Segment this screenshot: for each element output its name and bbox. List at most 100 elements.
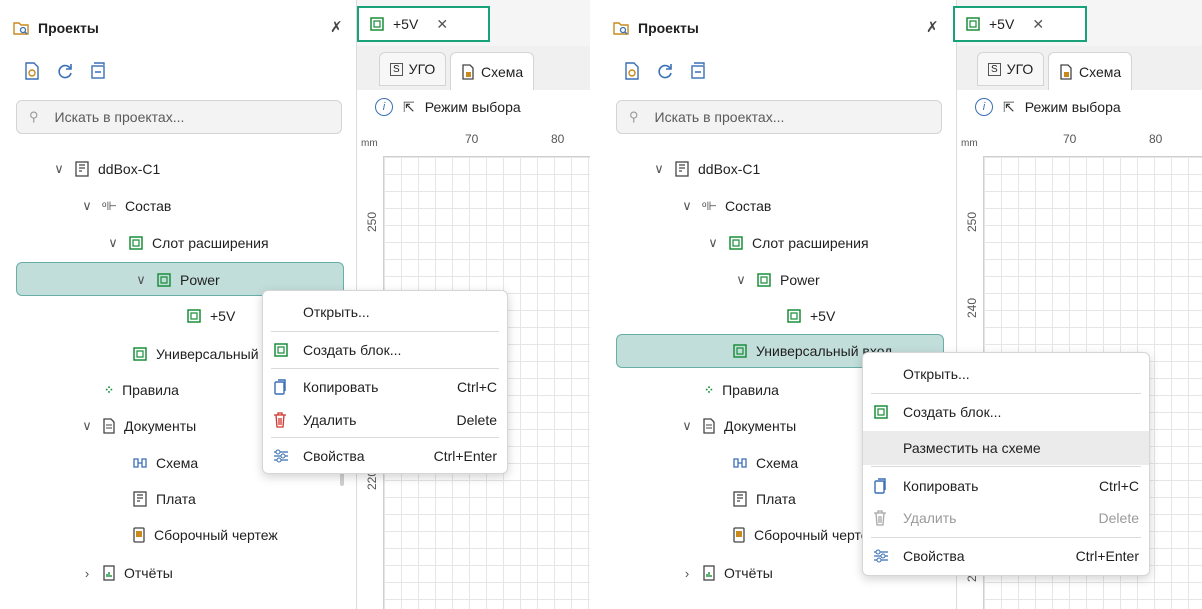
tree-item-board[interactable]: Плата [132, 483, 196, 515]
refresh-icon[interactable] [656, 62, 674, 80]
menu-item-delete[interactable]: Удалить Delete [863, 501, 1149, 535]
tree-label: +5V [210, 308, 236, 324]
close-icon[interactable]: ✕ [1032, 16, 1044, 33]
tree-item-assembly[interactable]: Сборочный чертеж [732, 519, 878, 551]
chevron-down-icon[interactable]: ∨ [680, 198, 694, 214]
search-field[interactable]: ⚲ [616, 100, 942, 134]
tree-item-schema[interactable]: Схема [732, 447, 798, 479]
menu-item-open[interactable]: Открыть... [263, 295, 507, 329]
collapse-icon[interactable] [690, 62, 706, 80]
view-icon[interactable] [624, 62, 640, 80]
info-icon[interactable]: i [375, 98, 393, 116]
tree-item-reports[interactable]: › Отчёты [680, 557, 773, 589]
tree-item-expansion-slot[interactable]: ∨ Слот расширения [706, 227, 868, 259]
tab-ugo[interactable]: S УГО [977, 52, 1045, 86]
search-input[interactable] [52, 108, 317, 126]
menu-item-copy[interactable]: Копировать Ctrl+C [863, 469, 1149, 503]
menu-item-properties[interactable]: Свойства Ctrl+Enter [263, 439, 507, 473]
chevron-down-icon[interactable]: ∨ [652, 161, 666, 177]
trash-icon [873, 510, 891, 526]
board-icon [674, 161, 690, 177]
tree-item-device[interactable]: ∨ ddBox-C1 [652, 153, 760, 185]
search-input[interactable] [652, 108, 917, 126]
tree-item-expansion-slot[interactable]: ∨ Слот расширения [106, 227, 268, 259]
refresh-icon[interactable] [56, 62, 74, 80]
tab-schema[interactable]: Схема [450, 52, 535, 90]
info-icon[interactable]: i [975, 98, 993, 116]
chevron-right-icon[interactable]: › [80, 566, 94, 581]
tree-item-composition[interactable]: ∨ ᵒ⊩ Состав [680, 190, 771, 222]
tree-item-board[interactable]: Плата [732, 483, 796, 515]
schema-doc-icon [1059, 63, 1073, 80]
menu-item-place-on-schema[interactable]: Разместить на схеме [863, 431, 1149, 465]
cursor-icon[interactable]: ⇱ [403, 99, 415, 116]
tree-item-schema[interactable]: Схема [132, 447, 198, 479]
chevron-down-icon[interactable]: ∨ [680, 418, 694, 434]
tab-schema[interactable]: Схема [1048, 52, 1133, 90]
tree-label: Правила [722, 382, 779, 398]
tree-label: Плата [756, 491, 796, 507]
tab-ugo[interactable]: S УГО [379, 52, 447, 86]
menu-item-properties[interactable]: Свойства Ctrl+Enter [863, 539, 1149, 573]
tree-item-plus5v[interactable]: +5V [786, 300, 835, 332]
tree-item-reports[interactable]: › Отчёты [80, 557, 173, 589]
tree-item-documents[interactable]: ∨ Документы [680, 410, 796, 442]
tree-item-power[interactable]: ∨ Power [134, 264, 220, 296]
tree-label: Схема [156, 455, 199, 471]
chevron-down-icon[interactable]: ∨ [734, 272, 748, 288]
tree-item-plus5v[interactable]: +5V [186, 300, 235, 332]
tree-item-power[interactable]: ∨ Power [734, 264, 819, 296]
block-icon [732, 343, 748, 359]
tree-item-rules[interactable]: ⁘ Правила [704, 374, 779, 406]
chevron-down-icon[interactable]: ∨ [134, 272, 148, 288]
chevron-down-icon[interactable]: ∨ [52, 161, 66, 177]
document-tab[interactable]: +5V ✕ [953, 6, 1087, 42]
chevron-down-icon[interactable]: ∨ [80, 418, 94, 434]
editor-toolbar: i ⇱ Режим выбора [975, 98, 1121, 116]
menu-item-open[interactable]: Открыть... [863, 357, 1149, 391]
ruler-x-label: 70 [465, 132, 479, 146]
copy-icon [273, 379, 291, 395]
board-icon [74, 161, 90, 177]
ruler-x-label: 80 [1149, 132, 1163, 146]
chevron-right-icon[interactable]: › [680, 566, 694, 581]
tree-label: Power [180, 272, 220, 288]
ruler-y-label: 250 [365, 211, 379, 232]
chevron-down-icon[interactable]: ∨ [706, 235, 720, 251]
ruler-y-label: 250 [965, 211, 979, 232]
collapse-icon[interactable] [90, 62, 106, 80]
document-tab[interactable]: +5V ✕ [357, 6, 490, 42]
tree-item-composition[interactable]: ∨ ᵒ⊩ Состав [80, 190, 171, 222]
pin-icon[interactable]: ✗ [926, 18, 939, 36]
block-icon [965, 16, 981, 32]
hierarchy-icon: ᵒ⊩ [102, 199, 117, 213]
chevron-down-icon[interactable]: ∨ [106, 235, 120, 251]
panel-header: Проекты [12, 16, 99, 40]
block-icon [756, 272, 772, 288]
panel-toolbar [24, 62, 106, 80]
menu-item-delete[interactable]: Удалить Delete [263, 403, 507, 437]
block-icon [156, 272, 172, 288]
screenshot-separator [592, 0, 600, 609]
pin-icon[interactable]: ✗ [330, 18, 343, 36]
ruler-y-label: 240 [965, 297, 979, 318]
copy-icon [873, 478, 891, 494]
cursor-icon[interactable]: ⇱ [1003, 99, 1015, 116]
menu-item-create-block[interactable]: Создать блок... [863, 395, 1149, 429]
tab-label: +5V [393, 16, 419, 32]
menu-item-copy[interactable]: Копировать Ctrl+C [263, 370, 507, 404]
tree-item-universal[interactable]: Универсальный [132, 338, 259, 370]
mode-label: Режим выбора [1024, 99, 1121, 115]
tree-item-assembly[interactable]: Сборочный чертеж [132, 519, 278, 551]
tree-item-device[interactable]: ∨ ddBox-C1 [52, 153, 160, 185]
schema-doc-icon [461, 63, 475, 80]
tree-item-rules[interactable]: ⁘ Правила [104, 374, 179, 406]
tree-label: Состав [724, 198, 772, 214]
tree-item-documents[interactable]: ∨ Документы [80, 410, 196, 442]
search-field[interactable]: ⚲ [16, 100, 342, 134]
left-screenshot-pane: Проекты ✗ ⚲ ∨ ddBox-C1 ∨ ᵒ⊩ Состав ∨ Сло… [0, 0, 590, 609]
menu-item-create-block[interactable]: Создать блок... [263, 333, 507, 367]
chevron-down-icon[interactable]: ∨ [80, 198, 94, 214]
close-icon[interactable]: ✕ [436, 16, 448, 33]
view-icon[interactable] [24, 62, 40, 80]
